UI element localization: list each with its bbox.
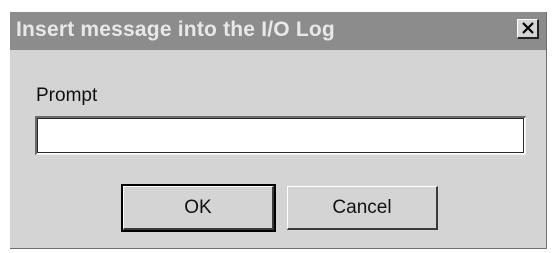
- ok-button[interactable]: OK: [121, 184, 276, 232]
- prompt-input[interactable]: [35, 116, 526, 155]
- ok-button-label: OK: [184, 196, 212, 218]
- dialog-title: Insert message into the I/O Log: [16, 18, 335, 41]
- prompt-label: Prompt: [36, 85, 98, 106]
- title-bar: Insert message into the I/O Log: [10, 12, 546, 50]
- close-button[interactable]: [517, 19, 539, 39]
- close-icon: [522, 22, 534, 34]
- insert-message-dialog: Insert message into the I/O Log Prompt O…: [10, 12, 547, 249]
- cancel-button-label: Cancel: [332, 196, 392, 218]
- cancel-button[interactable]: Cancel: [287, 186, 438, 230]
